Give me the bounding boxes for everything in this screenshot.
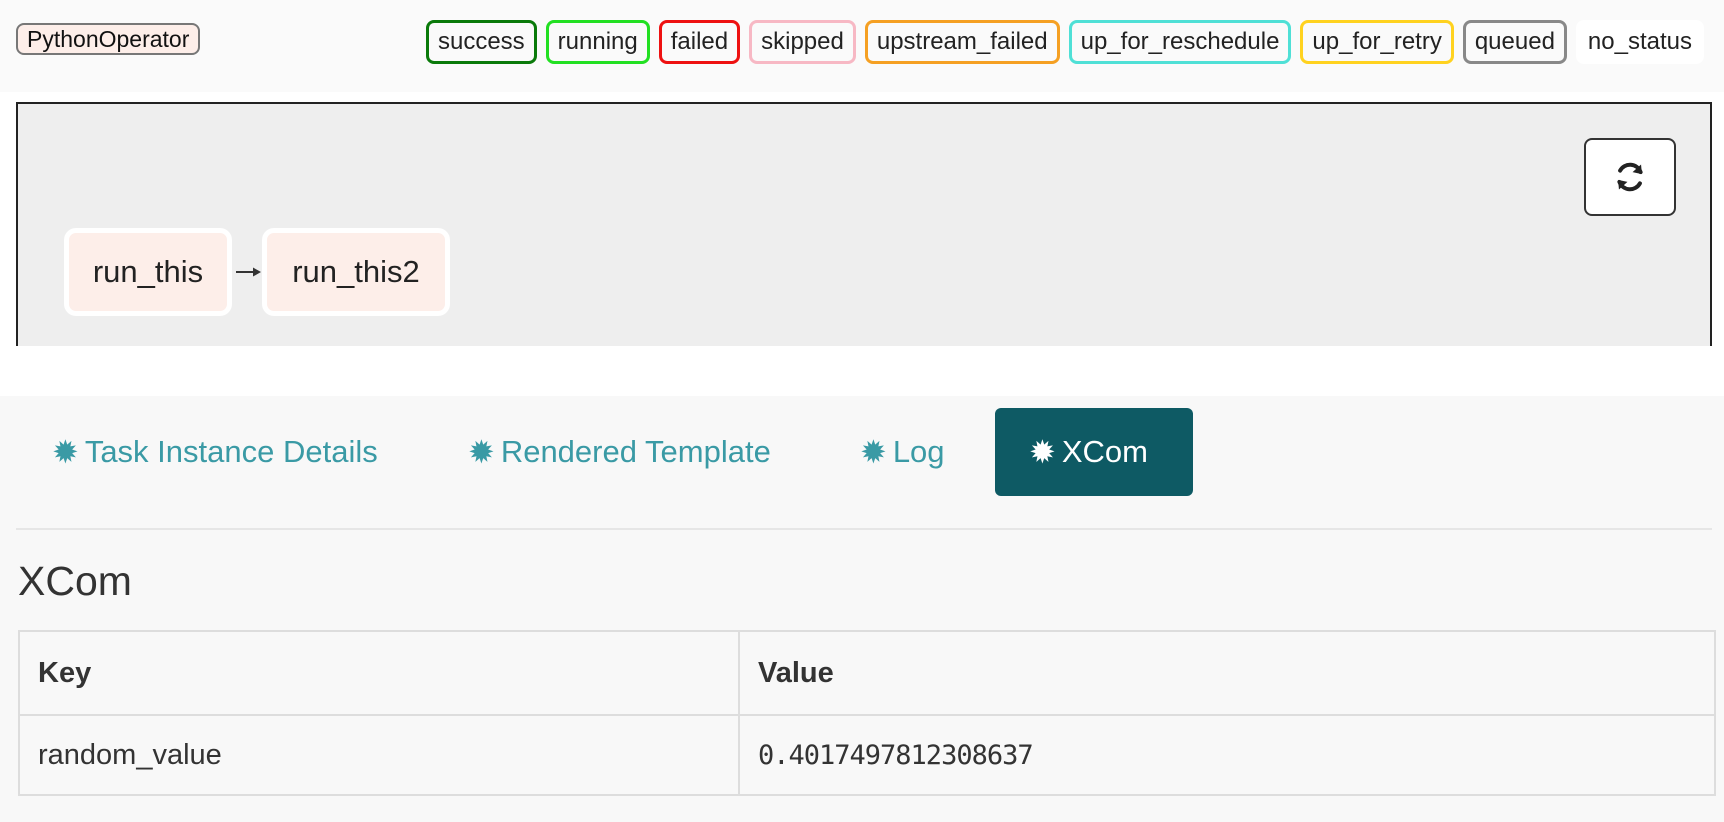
- state-chip-up-for-retry: up_for_retry: [1300, 20, 1454, 64]
- asterisk-icon: ✹: [1029, 434, 1056, 470]
- task-instance-area: ✹ Task Instance Details ✹ Rendered Templat…: [0, 396, 1724, 822]
- task-tabs: ✹ Task Instance Details ✹ Rendered Templat…: [0, 402, 1724, 496]
- state-chip-running: running: [545, 20, 650, 64]
- operator-legend-chip: PythonOperator: [16, 23, 201, 55]
- asterisk-icon: ✹: [468, 434, 495, 470]
- state-chip-no-status: no_status: [1575, 20, 1704, 64]
- state-chip-failed: failed: [658, 20, 741, 64]
- task-node-run-this[interactable]: run_this: [64, 228, 232, 316]
- page-title: XCom: [18, 558, 132, 604]
- state-chip-up-for-reschedule: up_for_reschedule: [1068, 20, 1292, 64]
- tab-label: Rendered Template: [500, 434, 771, 469]
- tab-label: XCom: [1061, 434, 1148, 469]
- tab-rendered-template[interactable]: ✹ Rendered Template: [432, 408, 807, 496]
- column-header-value: Value: [738, 630, 1716, 716]
- airflow-task-view: PythonOperator success running failed sk…: [0, 0, 1724, 822]
- table-header-row: Key Value: [18, 630, 1716, 716]
- refresh-button[interactable]: [1584, 138, 1676, 216]
- state-chip-queued: queued: [1462, 20, 1567, 64]
- state-chip-skipped: skipped: [749, 20, 856, 64]
- asterisk-icon: ✹: [860, 434, 887, 470]
- asterisk-icon: ✹: [52, 434, 79, 470]
- state-chip-upstream-failed: upstream_failed: [864, 20, 1060, 64]
- table-row: random_value 0.4017497812308637: [18, 714, 1716, 796]
- xcom-table: Key Value random_value 0.401749781230863…: [18, 630, 1716, 796]
- arrow-right-icon: [236, 267, 261, 277]
- tab-log[interactable]: ✹ Log: [824, 408, 981, 496]
- legend-bar: PythonOperator success running failed sk…: [0, 0, 1724, 92]
- section-gap: [0, 346, 1724, 396]
- column-header-key: Key: [18, 630, 740, 716]
- state-chip-success: success: [425, 20, 537, 64]
- state-legend: success running failed skipped upstream_…: [425, 20, 1704, 64]
- tab-label: Log: [892, 434, 945, 469]
- task-node-run-this2[interactable]: run_this2: [262, 228, 450, 316]
- tabs-divider: [16, 528, 1712, 530]
- tab-label: Task Instance Details: [84, 434, 378, 469]
- tab-task-instance-details[interactable]: ✹ Task Instance Details: [16, 408, 414, 496]
- dag-graph-panel: run_this run_this2: [16, 102, 1712, 346]
- tab-xcom[interactable]: ✹ XCom: [995, 408, 1193, 496]
- xcom-value-cell: 0.4017497812308637: [738, 714, 1716, 796]
- refresh-icon: [1617, 162, 1643, 192]
- xcom-key-cell: random_value: [18, 714, 740, 796]
